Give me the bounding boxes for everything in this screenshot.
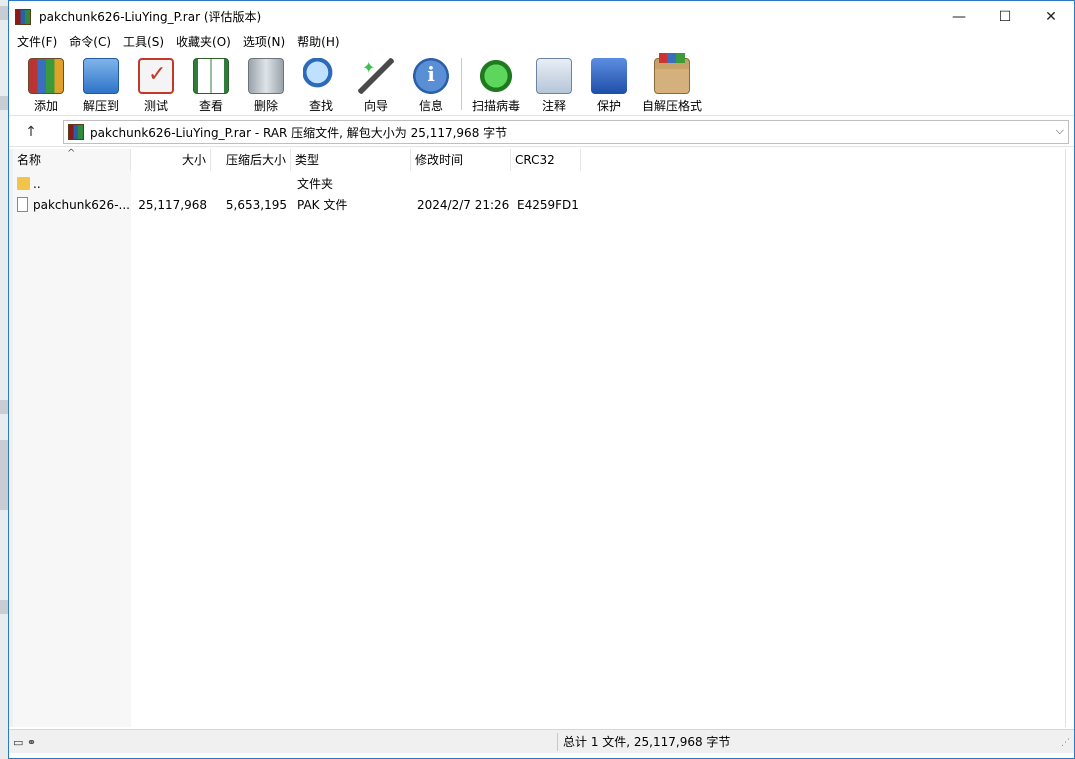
status-summary: 总计 1 文件, 25,117,968 字节: [563, 735, 731, 749]
chevron-down-icon[interactable]: ⌵: [1056, 124, 1064, 138]
status-bar: ▭ ⚭ 总计 1 文件, 25,117,968 字节 ⋰: [9, 729, 1074, 753]
file-list: 名称 ^ 大小 压缩后大小 类型 修改时间 CRC32 .. 文件夹 pakch…: [13, 148, 1067, 727]
row-modified: 2024/2/7 21:26: [417, 198, 510, 212]
column-header-name-label: 名称: [17, 153, 42, 167]
extract-to-button[interactable]: 解压到: [73, 54, 129, 114]
vertical-scrollbar[interactable]: [1065, 149, 1074, 727]
title-bar[interactable]: pakchunk626-LiuYing_P.rar (评估版本) — ☐ ✕: [9, 1, 1074, 32]
row-packed-size: 5,653,195: [225, 198, 287, 212]
test-button[interactable]: 测试: [128, 54, 184, 114]
find-label: 查找: [308, 99, 333, 113]
wizard-label: 向导: [363, 99, 388, 113]
delete-label: 删除: [253, 99, 278, 113]
delete-icon: [248, 58, 284, 94]
menu-commands[interactable]: 命令(C): [63, 32, 117, 52]
row-name: ..: [33, 177, 41, 191]
protect-label: 保护: [596, 99, 621, 113]
row-crc32: E4259FD1: [517, 198, 579, 212]
menu-bar: 文件(F) 命令(C) 工具(S) 收藏夹(O) 选项(N) 帮助(H): [9, 32, 1074, 52]
extract-icon: [83, 58, 119, 94]
info-icon: [413, 58, 449, 94]
sfx-label: 自解压格式: [641, 99, 702, 113]
minimize-button[interactable]: —: [936, 1, 982, 32]
window-controls: — ☐ ✕: [936, 1, 1074, 32]
column-header-modified[interactable]: 修改时间: [411, 149, 511, 171]
add-label: 添加: [33, 99, 58, 113]
menu-file[interactable]: 文件(F): [11, 32, 63, 52]
protect-icon: [591, 58, 627, 94]
resize-grip-icon[interactable]: ⋰: [1061, 738, 1070, 748]
comment-icon: [536, 58, 572, 94]
info-button[interactable]: 信息: [403, 54, 459, 114]
file-icon: [17, 197, 28, 212]
wizard-icon: [358, 58, 394, 94]
column-header-packed-size[interactable]: 压缩后大小: [211, 149, 291, 171]
comment-label: 注释: [541, 99, 566, 113]
menu-help[interactable]: 帮助(H): [291, 32, 345, 52]
column-header-crc32[interactable]: CRC32: [511, 149, 581, 171]
info-label: 信息: [418, 99, 443, 113]
rar-archive-icon: [68, 124, 84, 140]
maximize-button[interactable]: ☐: [982, 1, 1028, 32]
row-name: pakchunk626-...: [33, 198, 129, 212]
sort-ascending-icon: ^: [67, 148, 76, 159]
extract-to-label: 解压到: [82, 99, 119, 113]
delete-button[interactable]: 删除: [238, 54, 294, 114]
column-header-size[interactable]: 大小: [131, 149, 211, 171]
menu-favorites[interactable]: 收藏夹(O): [170, 32, 237, 52]
find-button[interactable]: 查找: [293, 54, 349, 114]
close-button[interactable]: ✕: [1028, 1, 1074, 32]
row-size: 25,117,968: [138, 198, 207, 212]
archive-path-field[interactable]: pakchunk626-LiuYing_P.rar - RAR 压缩文件, 解包…: [63, 120, 1069, 144]
view-icon: [193, 58, 229, 94]
column-header-type[interactable]: 类型: [291, 149, 411, 171]
virus-scan-label: 扫描病毒: [471, 99, 520, 113]
menu-options[interactable]: 选项(N): [237, 32, 291, 52]
sfx-icon: [654, 53, 690, 94]
row-type: 文件夹: [297, 177, 334, 191]
add-button[interactable]: 添加: [18, 54, 74, 114]
row-type: PAK 文件: [297, 198, 348, 212]
column-header-name[interactable]: 名称 ^: [13, 148, 131, 171]
wizard-button[interactable]: 向导: [348, 54, 404, 114]
test-label: 测试: [143, 99, 168, 113]
column-header-row: 名称 ^ 大小 压缩后大小 类型 修改时间 CRC32: [13, 148, 1067, 171]
toolbar-separator: [461, 58, 462, 110]
winrar-app-icon: [15, 8, 31, 25]
toolbar: 添加 解压到 测试 查看 删除 查找 向导 信息: [9, 52, 1074, 116]
list-item-file[interactable]: pakchunk626-... 25,117,968 5,653,195 PAK…: [13, 195, 1067, 216]
winrar-window: pakchunk626-LiuYing_P.rar (评估版本) — ☐ ✕ 文…: [8, 0, 1075, 759]
sfx-button[interactable]: 自解压格式: [636, 53, 708, 114]
drive-status-icon[interactable]: ▭ ⚭: [13, 736, 36, 749]
comment-button[interactable]: 注释: [526, 54, 582, 114]
virus-scan-icon: [478, 58, 514, 94]
archive-path-text: pakchunk626-LiuYing_P.rar - RAR 压缩文件, 解包…: [90, 125, 508, 140]
view-label: 查看: [198, 99, 223, 113]
view-button[interactable]: 查看: [183, 54, 239, 114]
window-title: pakchunk626-LiuYing_P.rar (评估版本): [39, 10, 262, 24]
find-icon: [303, 58, 339, 94]
list-item-parent-folder[interactable]: .. 文件夹: [13, 174, 1067, 195]
test-icon: [138, 58, 174, 94]
protect-button[interactable]: 保护: [581, 54, 637, 114]
status-separator: [557, 733, 558, 751]
address-bar: ↑ pakchunk626-LiuYing_P.rar - RAR 压缩文件, …: [9, 117, 1074, 147]
up-arrow-icon[interactable]: ↑: [21, 122, 41, 142]
name-column-background: [13, 149, 131, 727]
menu-tools[interactable]: 工具(S): [117, 32, 170, 52]
add-icon: [28, 58, 64, 94]
virus-scan-button[interactable]: 扫描病毒: [468, 54, 524, 114]
